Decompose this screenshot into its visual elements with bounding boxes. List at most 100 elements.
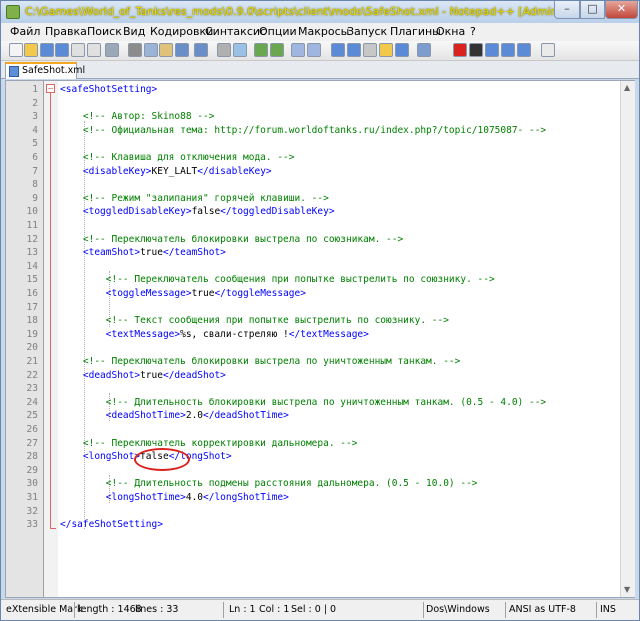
tag-token: </teamShot> <box>162 247 226 259</box>
sync-h-icon[interactable] <box>307 43 321 57</box>
save-icon[interactable] <box>40 43 54 57</box>
status-encoding: ANSI as UTF-8 <box>509 604 576 615</box>
menu-encoding[interactable]: Кодировки <box>150 25 213 38</box>
tag-token: <teamShot> <box>60 247 141 259</box>
print-icon[interactable] <box>105 43 119 57</box>
close-button[interactable]: ✕ <box>605 1 638 19</box>
line-number: 4 <box>32 124 38 136</box>
stop-macro-icon[interactable] <box>469 43 483 57</box>
sync-v-icon[interactable] <box>291 43 305 57</box>
status-ln: Ln : 1 <box>229 604 256 615</box>
undo-icon[interactable] <box>175 43 189 57</box>
value-token: true <box>140 247 163 259</box>
menu-plugins[interactable]: Плагины <box>390 25 441 38</box>
menu-file[interactable]: Файл <box>10 25 40 38</box>
menu-run[interactable]: Запуск <box>347 25 387 38</box>
value-token: false <box>191 206 221 218</box>
line-number: 20 <box>26 342 38 354</box>
scroll-up-icon[interactable]: ▲ <box>624 83 630 92</box>
zoom-in-icon[interactable] <box>254 43 268 57</box>
menu-bar: Файл Правка Поиск Вид Кодировки Синтакси… <box>1 23 639 41</box>
comment-token: <!-- Текст сообщения при попытке выстрел… <box>60 315 449 327</box>
comment-token: <!-- Переключатель сообщения при попытке… <box>60 274 495 286</box>
close-all-icon[interactable] <box>87 43 101 57</box>
line-number: 30 <box>26 478 38 490</box>
spellcheck-icon[interactable] <box>541 43 555 57</box>
menu-windows[interactable]: Окна <box>436 25 465 38</box>
vertical-scrollbar[interactable]: ▲ ▼ <box>620 81 635 597</box>
notepadpp-app-icon[interactable] <box>6 5 20 19</box>
word-wrap-icon[interactable] <box>331 43 345 57</box>
line-number: 23 <box>26 383 38 395</box>
code-line: <toggledDisableKey>false</toggledDisable… <box>60 206 335 217</box>
save-all-icon[interactable] <box>55 43 69 57</box>
editor-area[interactable]: 1 2 3 4 5 6 7 8 9 10 11 12 13 14 15 16 17 18 19 20 21 22 23 24 2… <box>5 80 635 598</box>
comment-token: <!-- Переключатель корректировки дальном… <box>60 437 358 449</box>
menu-search[interactable]: Поиск <box>87 25 122 38</box>
menu-help[interactable]: ? <box>470 25 476 38</box>
value-token: KEY_LALT <box>151 165 198 177</box>
line-number: 1 <box>32 84 38 95</box>
run-macro-multiple-icon[interactable] <box>501 43 515 57</box>
copy-icon[interactable] <box>144 43 158 57</box>
window-title: C:\Games\World_of_Tanks\res_mods\0.9.0\s… <box>25 5 602 18</box>
line-number: 29 <box>26 464 38 476</box>
menu-syntax[interactable]: Синтаксис <box>205 25 266 38</box>
value-token: 2.0 <box>185 410 204 422</box>
value-token: 4.0 <box>185 492 204 503</box>
tag-token: <deadShotTime> <box>60 410 186 422</box>
zoom-out-icon[interactable] <box>270 43 284 57</box>
play-macro-icon[interactable] <box>485 43 499 57</box>
menu-macros[interactable]: Макросы <box>298 25 349 38</box>
line-number: 19 <box>26 328 38 340</box>
code-line: <!-- Автор: Skino88 --> <box>60 111 215 122</box>
maximize-button[interactable]: □ <box>580 1 605 19</box>
tag-token: <textMessage> <box>60 328 181 340</box>
doc-map-icon[interactable] <box>395 43 409 57</box>
paste-icon[interactable] <box>159 43 173 57</box>
line-number: 10 <box>26 206 38 218</box>
menu-edit[interactable]: Правка <box>45 25 87 38</box>
tag-token: </longShotTime> <box>203 492 289 503</box>
code-line: <!-- Переключатель корректировки дальном… <box>60 437 358 449</box>
code-line: <!-- Переключатель блокировки выстрела п… <box>60 234 403 245</box>
code-line: <longShotTime>4.0</longShotTime> <box>60 492 289 503</box>
line-number: 32 <box>26 505 38 517</box>
code-line: <disableKey>KEY_LALT</disableKey> <box>60 166 272 177</box>
title-bar[interactable]: C:\Games\World_of_Tanks\res_mods\0.9.0\s… <box>1 1 639 23</box>
scroll-down-icon[interactable]: ▼ <box>624 585 630 594</box>
tab-bar: SafeShot.xml <box>1 61 639 79</box>
redo-icon[interactable] <box>194 43 208 57</box>
line-number: 9 <box>32 192 38 204</box>
tag-token: </disableKey> <box>197 165 272 177</box>
line-number: 21 <box>26 356 38 367</box>
code-line: <!-- Режим "залипания" горячей клавиши. … <box>60 193 329 204</box>
close-icon[interactable] <box>71 43 85 57</box>
line-number: 22 <box>26 369 38 381</box>
indent-guide-icon[interactable] <box>363 43 377 57</box>
minimize-button[interactable]: – <box>554 1 580 19</box>
line-number: 14 <box>26 260 38 272</box>
fold-toggle-icon[interactable]: − <box>46 84 55 93</box>
replace-icon[interactable] <box>233 43 247 57</box>
tag-token: <longShot> <box>60 451 141 463</box>
cut-icon[interactable] <box>128 43 142 57</box>
tab-safeshot-xml[interactable]: SafeShot.xml <box>5 62 85 79</box>
func-list-icon[interactable] <box>417 43 431 57</box>
tag-token: <safeShotSetting> <box>60 84 158 95</box>
value-token: %s, свали-стреляю ! <box>180 328 289 340</box>
line-number: 5 <box>32 138 38 150</box>
menu-view[interactable]: Вид <box>123 25 145 38</box>
comment-token: <!-- Длительность подмены расстояния дал… <box>60 478 478 490</box>
menu-options[interactable]: Опции <box>259 25 297 38</box>
fold-margin[interactable] <box>44 81 58 597</box>
tag-token: <deadShot> <box>60 369 141 381</box>
open-file-icon[interactable] <box>24 43 38 57</box>
record-macro-icon[interactable] <box>453 43 467 57</box>
all-chars-icon[interactable] <box>347 43 361 57</box>
code-line: <!-- Длительность подмены расстояния дал… <box>60 478 478 489</box>
new-file-icon[interactable] <box>9 43 23 57</box>
find-icon[interactable] <box>217 43 231 57</box>
save-macro-icon[interactable] <box>517 43 531 57</box>
udl-icon[interactable] <box>379 43 393 57</box>
